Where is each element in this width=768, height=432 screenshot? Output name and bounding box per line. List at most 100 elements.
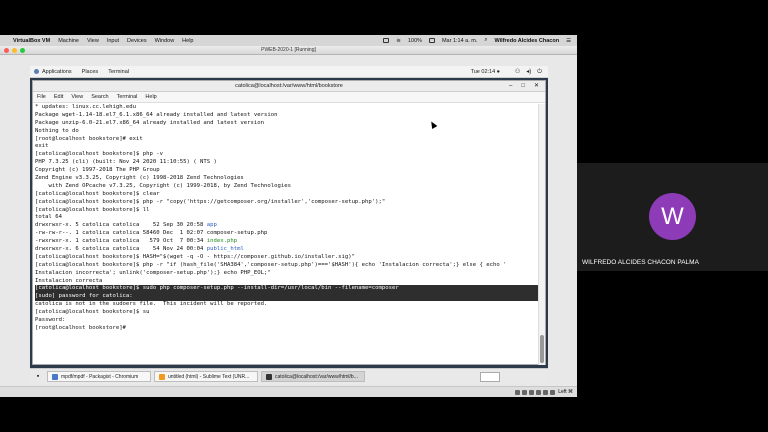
record-icon[interactable] — [550, 390, 555, 395]
vm-status-bar: Left ⌘ — [0, 386, 577, 397]
terminal-line: [root@localhost bookstore]# — [35, 325, 539, 333]
terminal-line: total 64 — [35, 214, 539, 222]
terminal-line: Zend Engine v3.3.25, Copyright (c) 1998-… — [35, 175, 539, 183]
guest-clock[interactable]: Tue 02:14 ● — [471, 66, 500, 78]
power-icon[interactable]: ⏻ — [537, 66, 542, 78]
menu-terminal[interactable]: Terminal — [117, 94, 138, 100]
terminal-line: [catolica@localhost bookstore]$ php -r "… — [35, 262, 539, 270]
guest-desktop: Applications Places Terminal Tue 02:14 ●… — [30, 66, 548, 384]
participant-tile[interactable]: W WILFREDO ALCIDES CHACON PALMA — [577, 163, 768, 271]
spotlight-icon[interactable]: ⌕ — [484, 37, 487, 44]
shared-screen: VirtualBox VM Machine View Input Devices… — [0, 35, 577, 397]
menubar-status-area: ≋ 100% Mar 1:14 a. m. ⌕ Wilfredo Alcides… — [383, 35, 571, 46]
show-desktop-icon[interactable]: ▪ — [33, 372, 43, 382]
terminal-line-text: Package unzip-6.0-21.el7.x86_64 already … — [35, 119, 265, 126]
terminal-line: [sudo] password for catolica: — [35, 293, 539, 302]
gnome-foot-icon — [34, 69, 39, 74]
terminal-line: [root@localhost bookstore]# exit — [35, 136, 539, 144]
terminal-menubar: File Edit View Search Terminal Help — [33, 92, 545, 103]
battery-label[interactable]: 100% — [408, 38, 422, 44]
host-key-indicator: Left ⌘ — [558, 389, 573, 395]
minimize-icon[interactable] — [12, 48, 17, 53]
menu-help[interactable]: Help — [145, 94, 156, 100]
disk-icon[interactable] — [515, 390, 520, 395]
terminal-line-text: catolica is not in the sudoers file. Thi… — [35, 301, 268, 308]
terminal-titlebar[interactable]: catolica@localhost:/var/www/html/booksto… — [33, 81, 545, 92]
participant-panel: W WILFREDO ALCIDES CHACON PALMA — [577, 0, 768, 432]
virtualbox-window: PWEB-2020-1 [Running] Applications Place… — [0, 46, 577, 397]
terminal-line-text: exit — [35, 143, 49, 150]
datetime[interactable]: Mar 1:14 a. m. — [442, 38, 477, 44]
terminal-window[interactable]: catolica@localhost:/var/www/html/booksto… — [32, 80, 546, 365]
task-label: catolica@localhost:/var/www/html/b... — [275, 373, 358, 380]
optical-icon[interactable] — [522, 390, 527, 395]
terminal-window-controls: ‒ □ ✕ — [509, 81, 539, 92]
terminal-output[interactable]: * updates: linux.cc.lehigh.edu Package wg… — [33, 104, 539, 365]
terminal-line-text: Nothing to do — [35, 127, 79, 134]
terminal-line: Instalacion correcta — [35, 278, 539, 286]
terminal-title: catolica@localhost:/var/www/html/booksto… — [235, 83, 343, 89]
battery-icon[interactable] — [428, 38, 435, 43]
menu-window[interactable]: Window — [155, 38, 175, 44]
scrollbar-thumb[interactable] — [540, 335, 544, 363]
maximize-icon[interactable] — [20, 48, 25, 53]
menu-search[interactable]: Search — [91, 94, 108, 100]
terminal-line-text: * updates: linux.cc.lehigh.edu — [35, 104, 137, 110]
applications-menu[interactable]: Applications — [34, 69, 72, 75]
menu-app-name[interactable]: VirtualBox VM — [13, 38, 50, 44]
terminal-line-text: [catolica@localhost bookstore]$ su — [35, 309, 150, 316]
terminal-line-text: Copyright (c) 1997-2018 The PHP Group — [35, 167, 160, 174]
menu-view[interactable]: View — [87, 38, 99, 44]
menu-devices[interactable]: Devices — [127, 38, 147, 44]
terminal-line-text: -rwxrwxr-x. 1 catolica catolica 579 Oct … — [35, 238, 207, 245]
selected-text: php composer-setup.php --install-dir=/us… — [159, 285, 399, 292]
task-sublime[interactable]: untitled (html) - Sublime Text (UNR... — [154, 371, 258, 382]
menu-machine[interactable]: Machine — [58, 38, 79, 44]
menu-input[interactable]: Input — [107, 38, 119, 44]
terminal-line-text: [catolica@localhost bookstore]$ sudo — [35, 285, 160, 292]
terminal-line: exit — [35, 143, 539, 151]
menu-file[interactable]: File — [37, 94, 46, 100]
terminal-line: Nothing to do — [35, 128, 539, 136]
network-icon[interactable] — [536, 390, 541, 395]
terminal-line-text: [catolica@localhost bookstore]$ php -r "… — [35, 261, 507, 268]
current-user[interactable]: Wilfredo Alcides Chacon — [495, 38, 560, 44]
control-center-icon[interactable]: ☰ — [566, 38, 571, 44]
workspace-switcher[interactable] — [480, 372, 500, 382]
system-tray: ⚇ ◂) ⏻ — [515, 66, 542, 78]
terminal-line: PHP 7.3.25 (cli) (built: Nov 24 2020 11:… — [35, 159, 539, 167]
terminal-line: -rwxrwxr-x. 1 catolica catolica 579 Oct … — [35, 238, 539, 246]
terminal-scrollbar[interactable] — [538, 104, 545, 365]
terminal-menu[interactable]: Terminal — [108, 69, 129, 75]
wifi-icon[interactable]: ≋ — [396, 38, 401, 44]
avatar: W — [649, 193, 696, 240]
vm-title: PWEB-2020-1 [Running] — [261, 47, 316, 53]
task-chromium[interactable]: mpdf/mpdf - Packagist - Chromium — [47, 371, 151, 382]
places-menu[interactable]: Places — [82, 69, 99, 75]
terminal-file-name: app — [206, 222, 217, 229]
terminal-line: Package unzip-6.0-21.el7.x86_64 already … — [35, 120, 539, 128]
terminal-line: Instalacion incorrecta'; unlink('compose… — [35, 270, 539, 278]
vm-device-icons — [515, 390, 555, 395]
menu-help[interactable]: Help — [182, 38, 193, 44]
network-icon[interactable]: ⚇ — [515, 66, 520, 78]
terminal-line: drwxrwxr-x. 6 catolica catolica 54 Nov 2… — [35, 246, 539, 254]
menu-view[interactable]: View — [71, 94, 83, 100]
display-icon[interactable] — [543, 390, 548, 395]
maximize-icon[interactable]: □ — [521, 81, 525, 92]
usb-icon[interactable] — [529, 390, 534, 395]
terminal-line-text: Password: — [35, 317, 66, 324]
minimize-icon[interactable]: ‒ — [509, 81, 512, 92]
terminal-line: [catolica@localhost bookstore]$ clear — [35, 191, 539, 199]
task-terminal[interactable]: catolica@localhost:/var/www/html/b... — [261, 371, 365, 382]
volume-icon[interactable]: ◂) — [526, 66, 531, 78]
close-icon[interactable]: ✕ — [534, 81, 539, 92]
terminal-line: Password: — [35, 317, 539, 325]
terminal-line-text: drwxrwxr-x. 6 catolica catolica 54 Nov 2… — [35, 246, 207, 253]
terminal-line: [catolica@localhost bookstore]$ ll — [35, 207, 539, 215]
vm-titlebar: PWEB-2020-1 [Running] — [0, 46, 577, 55]
screen-share-icon[interactable] — [383, 38, 390, 43]
close-icon[interactable] — [4, 48, 9, 53]
menu-edit[interactable]: Edit — [54, 94, 63, 100]
gnome-taskbar: ▪ mpdf/mpdf - Packagist - Chromium untit… — [30, 368, 548, 384]
